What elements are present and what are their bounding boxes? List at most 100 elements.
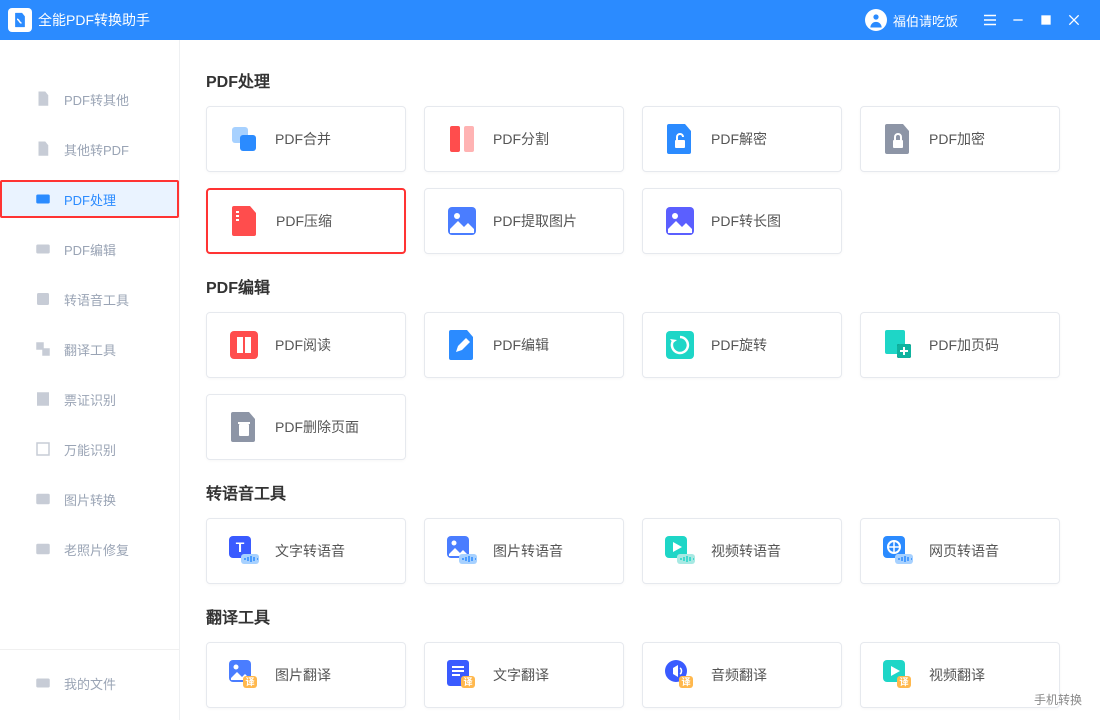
card-label: PDF加页码 [929,335,999,355]
sidebar-item-pdf-process[interactable]: PDF处理 [0,180,179,218]
sidebar-item-tts[interactable]: 转语音工具 [0,280,179,318]
card-pdf-extract-img[interactable]: PDF提取图片 [424,188,624,254]
section-title-pdf-edit: PDF编辑 [206,274,1086,298]
sidebar-item-ocr[interactable]: 万能识别 [0,430,179,468]
card-pdf-edit[interactable]: PDF编辑 [424,312,624,378]
split-icon [447,124,477,154]
titlebar: 全能PDF转换助手 福伯请吃饭 [0,0,1100,40]
card-pdf-rotate[interactable]: PDF旋转 [642,312,842,378]
card-audio-translate[interactable]: 译 音频翻译 [642,642,842,708]
card-pdf-to-longimg[interactable]: PDF转长图 [642,188,842,254]
card-text-translate[interactable]: 译 文字翻译 [424,642,624,708]
phone-convert-link[interactable]: 手机转换 [1034,691,1082,708]
merge-icon [229,124,259,154]
card-label: PDF阅读 [275,335,331,355]
card-pdf-compress[interactable]: PDF压缩 [206,188,406,254]
card-label: PDF加密 [929,129,985,149]
sidebar-item-label: 图片转换 [64,490,116,509]
sidebar-item-label: 我的文件 [64,674,116,693]
main-content: PDF处理 PDF合并 PDF分割 PDF解密 PDF加密 PDF压缩 [180,40,1100,720]
web-audio-icon [883,536,913,566]
card-label: PDF旋转 [711,335,767,355]
card-label: 文字翻译 [493,665,549,685]
lock-file-icon [883,124,913,154]
close-button[interactable] [1060,6,1088,34]
sidebar-item-label: PDF转其他 [64,90,129,109]
card-img-to-speech[interactable]: 图片转语音 [424,518,624,584]
image-icon [34,490,52,508]
sidebar-item-photo-repair[interactable]: 老照片修复 [0,530,179,568]
card-label: PDF提取图片 [493,211,577,231]
add-page-icon [883,330,913,360]
card-pdf-delete-page[interactable]: PDF删除页面 [206,394,406,460]
audio-icon [34,290,52,308]
sidebar-item-label: PDF处理 [64,190,116,209]
card-img-translate[interactable]: 译 图片翻译 [206,642,406,708]
sidebar-item-img-convert[interactable]: 图片转换 [0,480,179,518]
card-label: PDF合并 [275,129,331,149]
svg-text:T: T [236,539,245,555]
sidebar-item-translate[interactable]: 翻译工具 [0,330,179,368]
card-pdf-encrypt[interactable]: PDF加密 [860,106,1060,172]
username[interactable]: 福伯请吃饭 [893,11,958,30]
sidebar: PDF转其他 其他转PDF PDF处理 PDF编辑 转语音工具 翻译工具 [0,40,180,720]
receipt-icon [34,390,52,408]
minimize-button[interactable] [1004,6,1032,34]
image-translate-icon: 译 [229,660,259,690]
card-pdf-add-pagenum[interactable]: PDF加页码 [860,312,1060,378]
section-title-pdf-process: PDF处理 [206,68,1086,92]
card-label: 音频翻译 [711,665,767,685]
sidebar-item-pdf-edit[interactable]: PDF编辑 [0,230,179,268]
text-audio-icon: T [229,536,259,566]
card-label: PDF编辑 [493,335,549,355]
to-pdf-icon [34,140,52,158]
card-label: 图片转语音 [493,541,563,561]
edit-icon [34,240,52,258]
svg-text:译: 译 [463,676,473,687]
long-image-icon [665,206,695,236]
sidebar-item-pdf-to-other[interactable]: PDF转其他 [0,80,179,118]
translate-icon [34,340,52,358]
audio-translate-icon: 译 [665,660,695,690]
rotate-icon [665,330,695,360]
compress-icon [230,206,260,236]
sidebar-item-label: 老照片修复 [64,540,129,559]
sidebar-item-label: 翻译工具 [64,340,116,359]
app-title: 全能PDF转换助手 [38,10,150,30]
card-label: 文字转语音 [275,541,345,561]
sidebar-item-label: 票证识别 [64,390,116,409]
menu-button[interactable] [976,6,1004,34]
sidebar-item-other-to-pdf[interactable]: 其他转PDF [0,130,179,168]
pen-file-icon [447,330,477,360]
section-title-tts: 转语音工具 [206,480,1086,504]
card-label: 图片翻译 [275,665,331,685]
card-label: PDF分割 [493,129,549,149]
card-pdf-split[interactable]: PDF分割 [424,106,624,172]
user-avatar[interactable] [865,9,887,31]
card-label: 视频翻译 [929,665,985,685]
sidebar-item-label: 万能识别 [64,440,116,459]
text-translate-icon: 译 [447,660,477,690]
sidebar-my-files[interactable]: 我的文件 [34,664,179,702]
video-translate-icon: 译 [883,660,913,690]
card-video-to-speech[interactable]: 视频转语音 [642,518,842,584]
card-pdf-decrypt[interactable]: PDF解密 [642,106,842,172]
card-video-translate[interactable]: 译 视频翻译 [860,642,1060,708]
card-label: PDF删除页面 [275,417,359,437]
card-pdf-merge[interactable]: PDF合并 [206,106,406,172]
unlock-file-icon [665,124,695,154]
svg-text:译: 译 [245,676,255,687]
maximize-button[interactable] [1032,6,1060,34]
svg-text:译: 译 [899,676,909,687]
card-text-to-speech[interactable]: T 文字转语音 [206,518,406,584]
card-web-to-speech[interactable]: 网页转语音 [860,518,1060,584]
sidebar-item-receipt[interactable]: 票证识别 [0,380,179,418]
trash-file-icon [229,412,259,442]
scan-icon [34,440,52,458]
sidebar-item-label: PDF编辑 [64,240,116,259]
card-label: 网页转语音 [929,541,999,561]
card-label: PDF压缩 [276,211,332,231]
card-pdf-read[interactable]: PDF阅读 [206,312,406,378]
card-label: PDF解密 [711,129,767,149]
photo-icon [34,540,52,558]
